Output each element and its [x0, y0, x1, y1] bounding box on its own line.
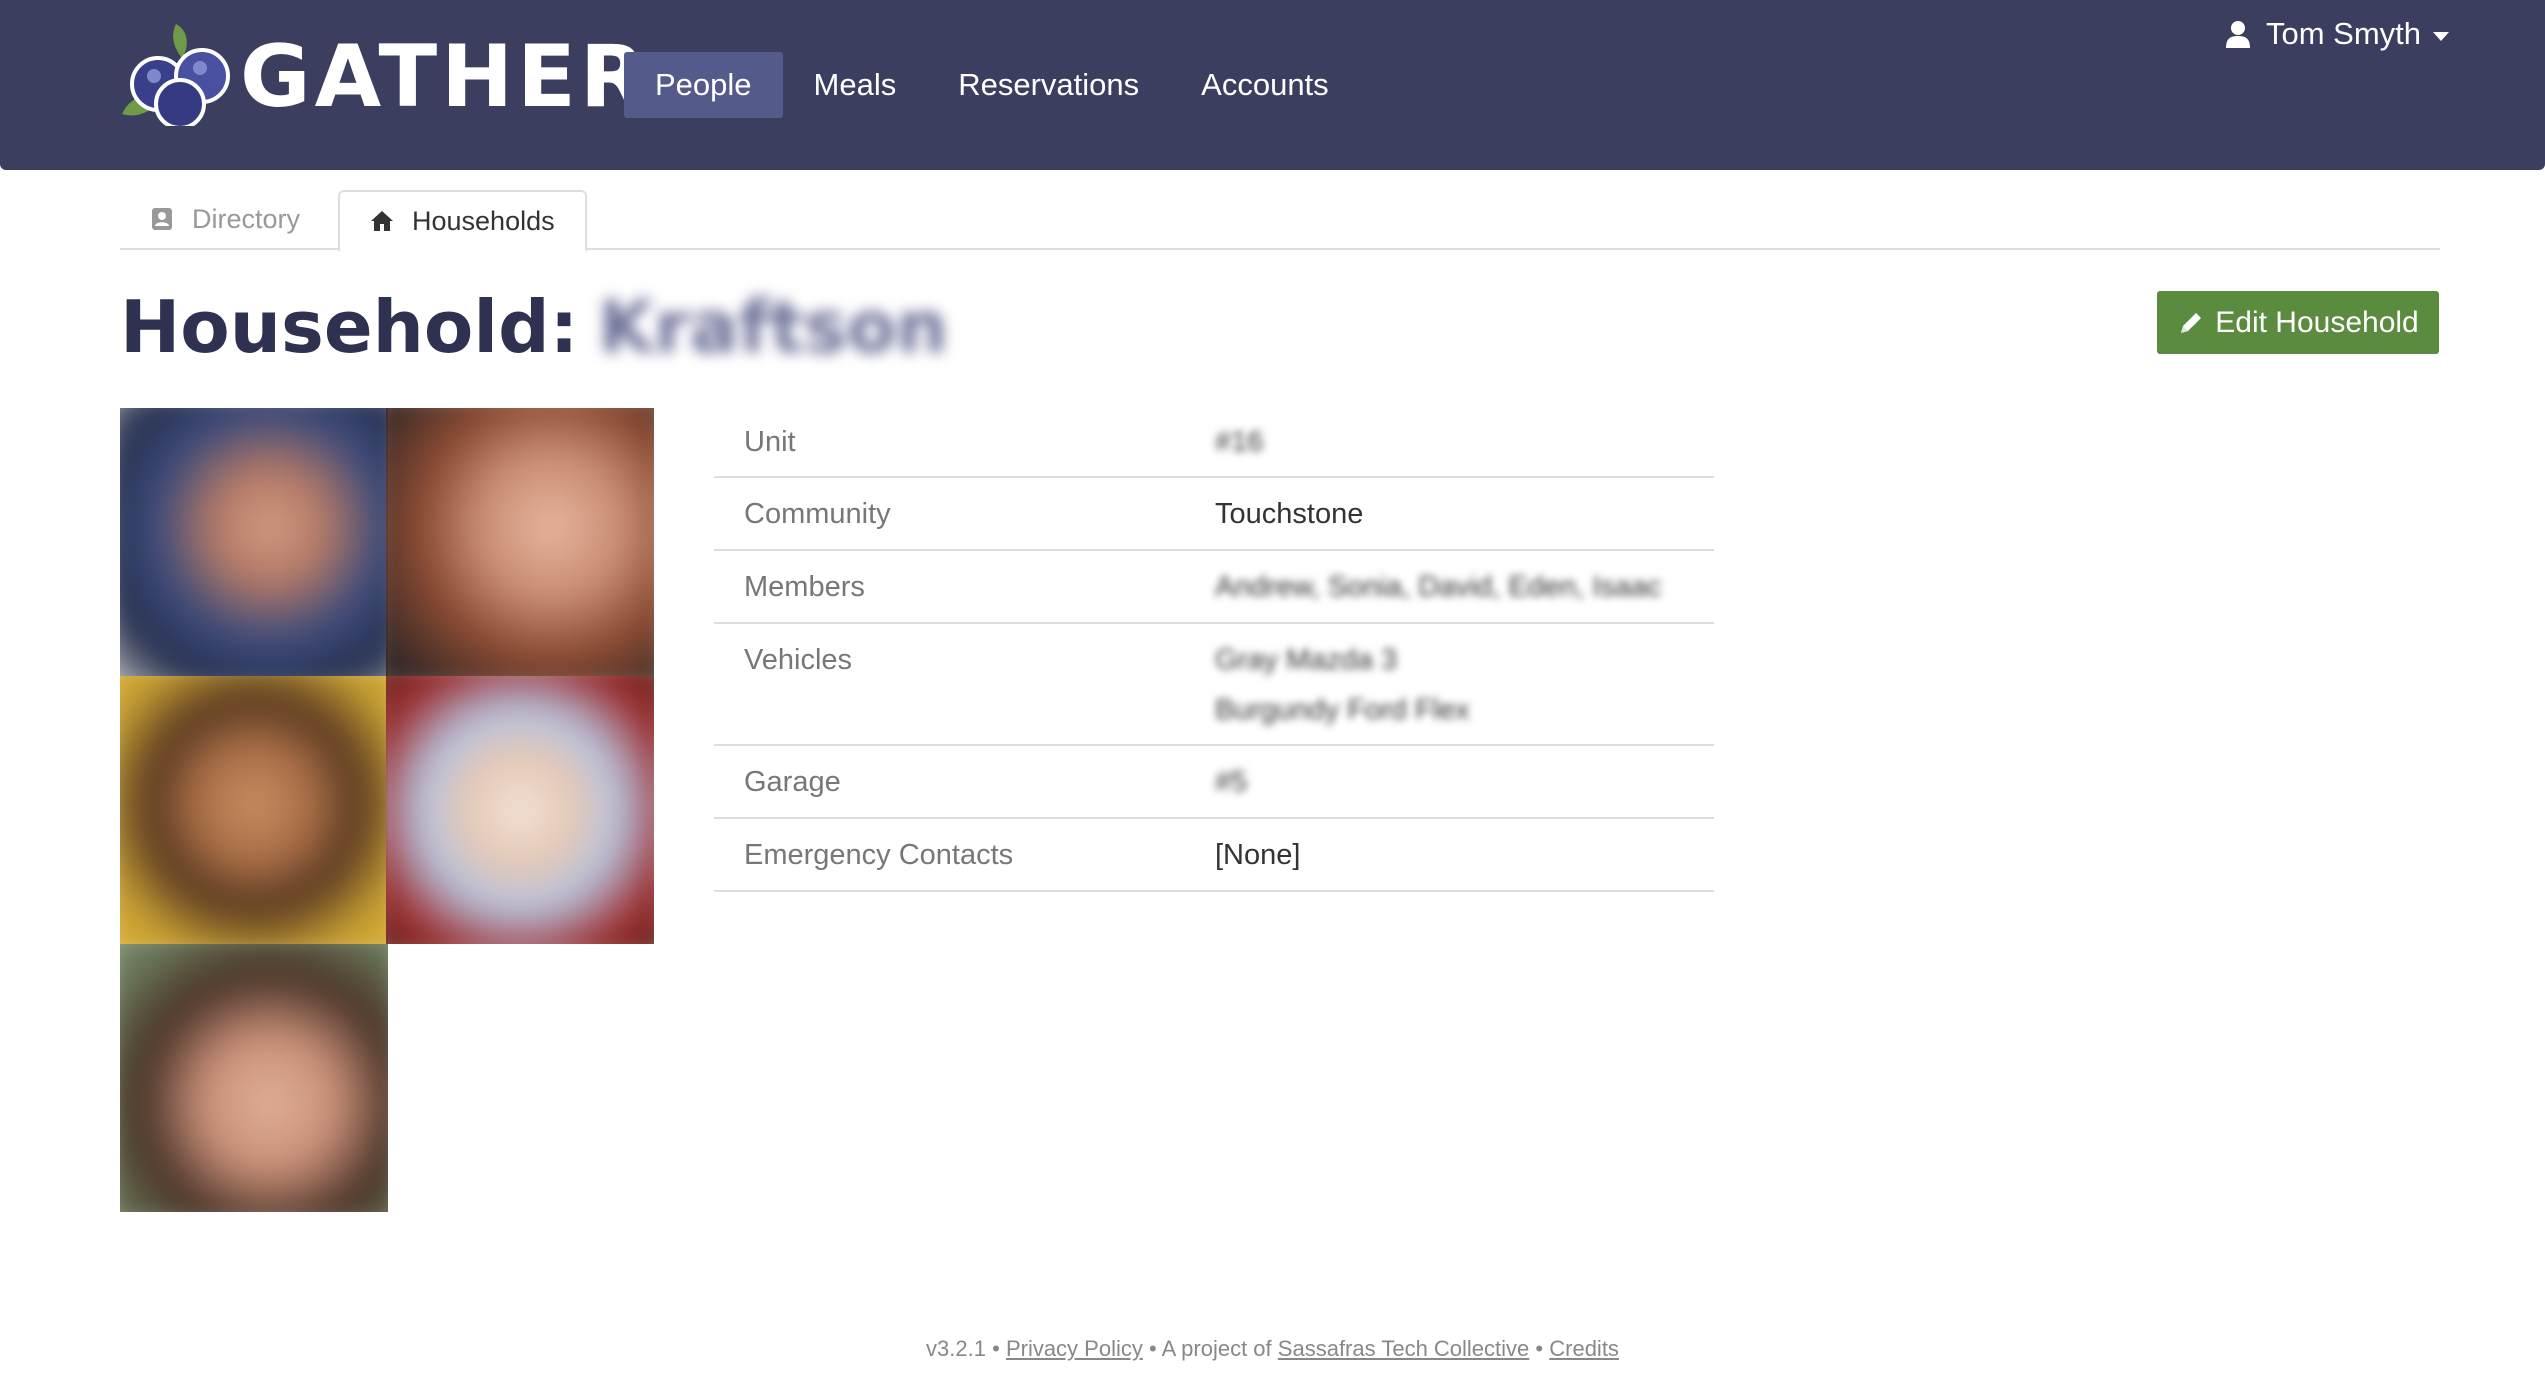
brand-name: GATHER: [240, 27, 651, 127]
vehicle-item: Gray Mazda 3: [1215, 644, 1398, 676]
detail-row-members: Members Andrew, Sonia, David, Eden, Isaa…: [714, 551, 1714, 624]
edit-household-label: Edit Household: [2215, 305, 2419, 339]
footer: v3.2.1 • Privacy Policy • A project of S…: [0, 1336, 2545, 1362]
garage-label: Garage: [744, 766, 841, 798]
tab-households[interactable]: Households: [338, 190, 587, 252]
detail-row-garage: Garage #5: [714, 746, 1714, 819]
nav-item-meals[interactable]: Meals: [783, 52, 928, 118]
gather-logo[interactable]: GATHER: [118, 18, 646, 126]
user-icon: [2225, 21, 2250, 48]
blueberry-logo-icon: [122, 24, 230, 126]
emergency-value: [None]: [1215, 839, 1301, 871]
emergency-label: Emergency Contacts: [744, 839, 1014, 871]
vehicles-label: Vehicles: [744, 644, 853, 676]
detail-row-emergency: Emergency Contacts [None]: [714, 819, 1714, 892]
edit-household-button[interactable]: Edit Household: [2157, 291, 2439, 354]
footer-separator: •: [992, 1336, 1000, 1361]
nav-item-reservations[interactable]: Reservations: [927, 52, 1170, 118]
community-value: Touchstone: [1215, 498, 1364, 530]
sassafras-link[interactable]: Sassafras Tech Collective: [1278, 1336, 1530, 1361]
unit-value: #16: [1215, 426, 1264, 458]
address-book-icon: [152, 208, 172, 230]
page-title-prefix: Household:: [120, 285, 579, 369]
user-name: Tom Smyth: [2265, 16, 2421, 51]
member-photo[interactable]: [386, 408, 654, 676]
pencil-icon: [2181, 312, 2202, 333]
nav-item-people[interactable]: People: [624, 52, 783, 118]
vehicle-item: Burgundy Ford Flex: [1215, 694, 1470, 726]
tab-directory-label: Directory: [192, 204, 301, 234]
footer-separator: •: [1148, 1336, 1157, 1361]
detail-row-community: Community Touchstone: [714, 478, 1714, 551]
members-links[interactable]: Andrew, Sonia, David, Eden, Isaac: [1215, 571, 1662, 604]
user-menu-dropdown[interactable]: Tom Smyth: [2225, 14, 2449, 54]
member-photo[interactable]: [120, 408, 388, 676]
member-photo[interactable]: [120, 676, 388, 944]
member-photo[interactable]: [120, 944, 388, 1212]
version-text: v3.2.1: [926, 1336, 986, 1361]
privacy-policy-link[interactable]: Privacy Policy: [1006, 1336, 1143, 1361]
page-title: Household: Kraftson: [120, 282, 948, 372]
member-photo[interactable]: [386, 676, 654, 944]
household-name: Kraftson: [598, 285, 948, 369]
navbar: GATHER People Meals Reservations Account…: [0, 0, 2545, 170]
detail-row-unit: Unit #16: [714, 406, 1714, 478]
credits-link[interactable]: Credits: [1549, 1336, 1619, 1361]
people-tabs: Directory Households: [120, 190, 2440, 252]
project-of-text: A project of: [1161, 1336, 1272, 1361]
home-icon: [371, 211, 393, 231]
chevron-down-icon: [2433, 31, 2449, 41]
community-label: Community: [744, 498, 891, 530]
garage-value: #5: [1215, 766, 1248, 798]
household-details: Unit #16 Community Touchstone Members An…: [714, 406, 1714, 892]
members-label: Members: [744, 571, 865, 603]
unit-label: Unit: [744, 426, 796, 458]
detail-row-vehicles: Vehicles Gray Mazda 3 Burgundy Ford Flex: [714, 624, 1714, 746]
household-photos: [120, 408, 654, 1212]
tab-households-label: Households: [412, 206, 555, 236]
nav-item-accounts[interactable]: Accounts: [1170, 52, 1360, 118]
footer-separator: •: [1535, 1336, 1544, 1361]
tab-directory[interactable]: Directory: [150, 190, 300, 248]
main-nav: People Meals Reservations Accounts: [624, 52, 1360, 118]
